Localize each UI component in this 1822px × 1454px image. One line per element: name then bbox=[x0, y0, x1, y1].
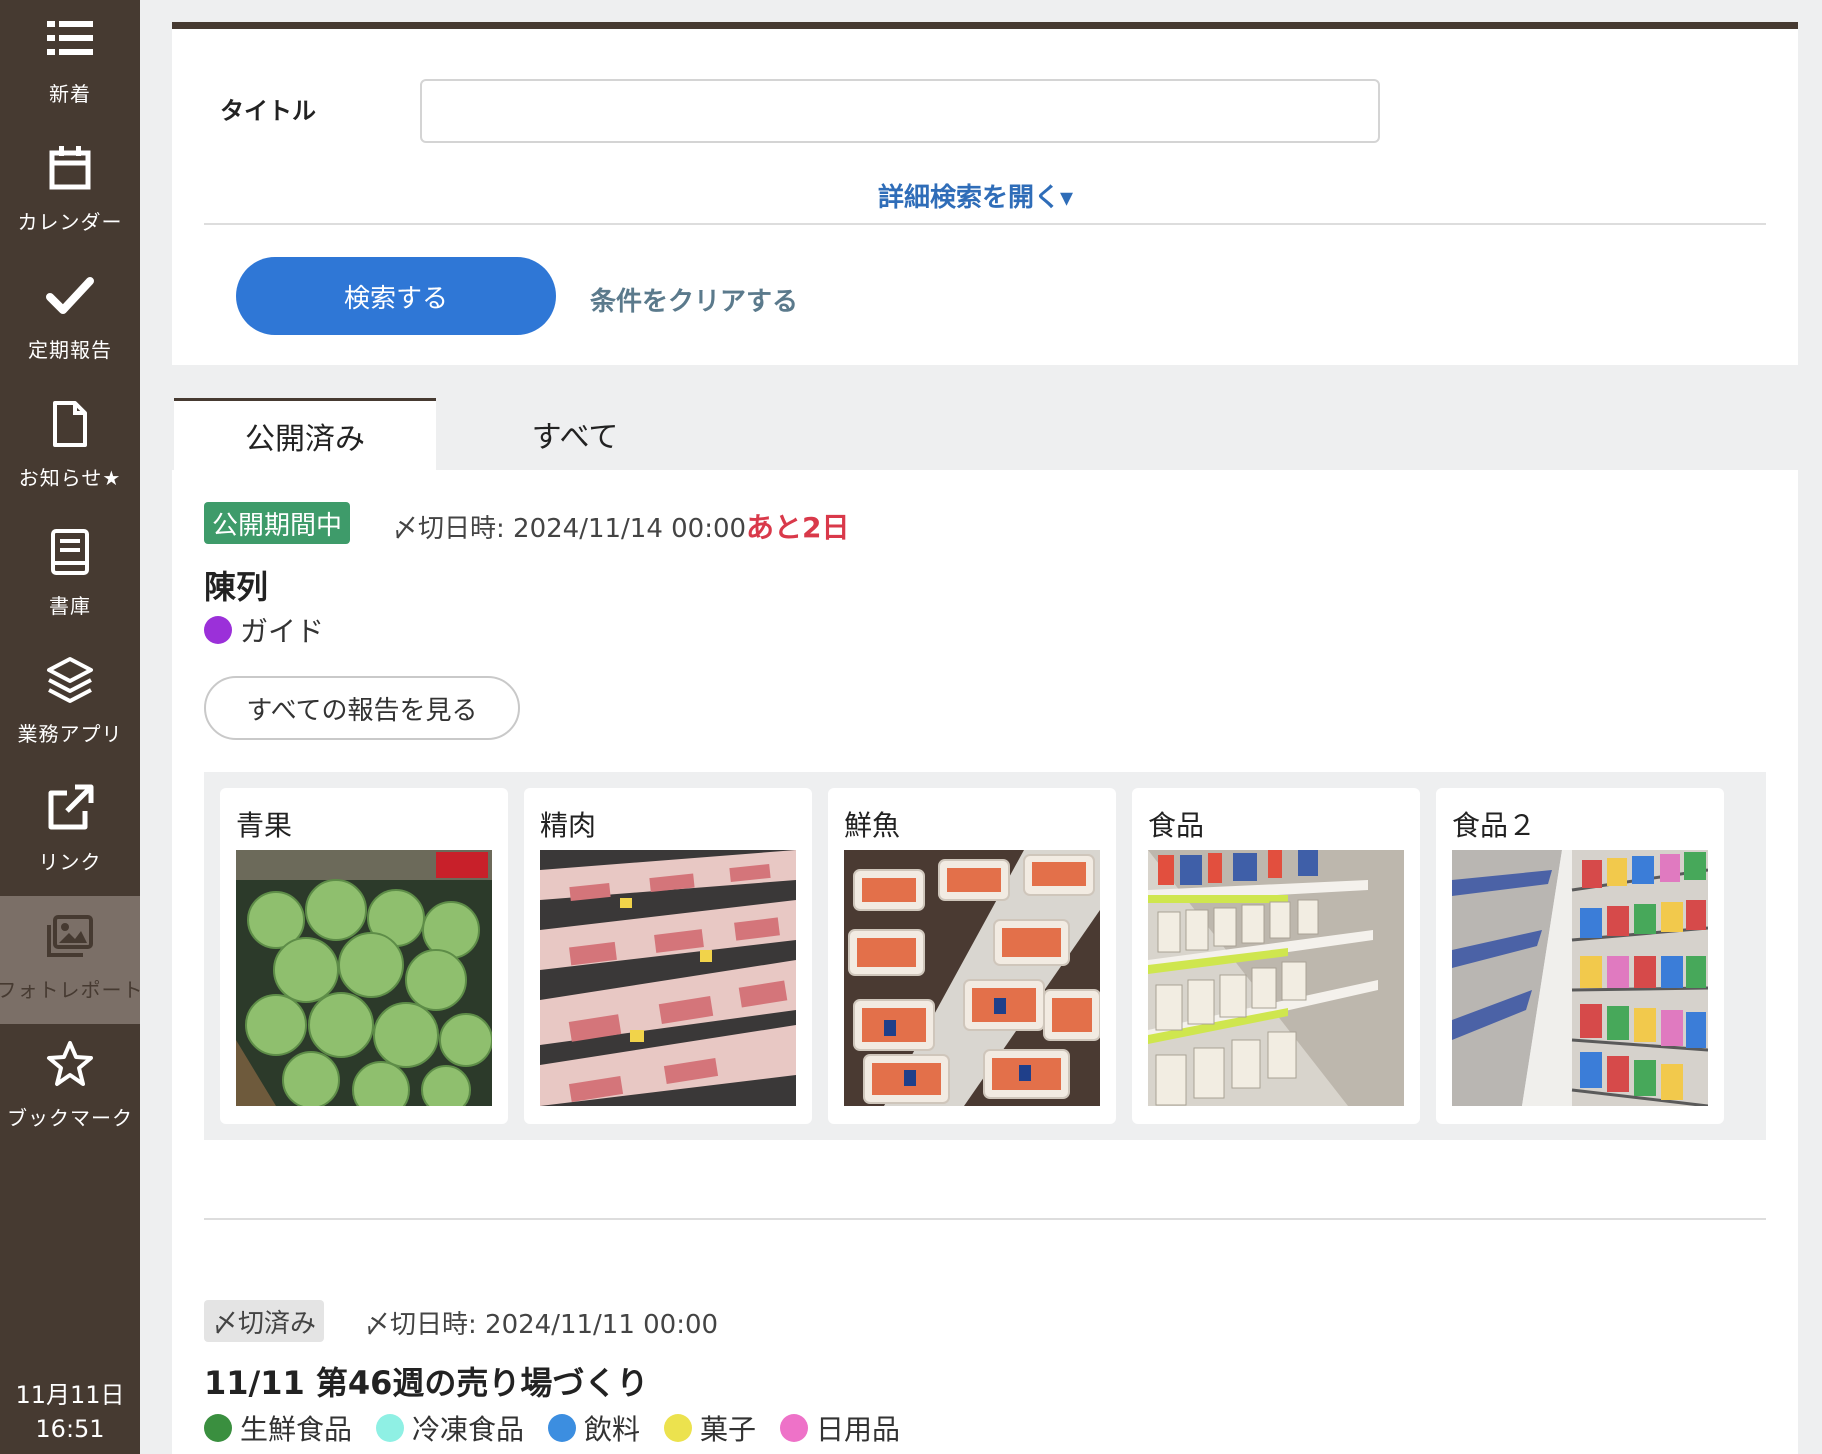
check-icon bbox=[44, 270, 96, 322]
photo-card-title: 青果 bbox=[236, 809, 293, 842]
sidebar-item-library[interactable]: 書庫 bbox=[0, 512, 140, 640]
meat-photo bbox=[540, 850, 796, 1106]
clear-conditions-link[interactable]: 条件をクリアする bbox=[590, 281, 798, 318]
divider bbox=[204, 1218, 1766, 1220]
category-tag: 飲料 bbox=[548, 1408, 640, 1448]
sidebar-item-notices[interactable]: お知らせ★ bbox=[0, 384, 140, 512]
cabbage-photo bbox=[236, 850, 492, 1106]
category-color-dot bbox=[204, 616, 232, 644]
photo-card-title: 精肉 bbox=[540, 809, 597, 842]
category-name: 菓子 bbox=[700, 1413, 757, 1446]
sidebar: 新着 カレンダー 定期報告 お知らせ★ 書庫 業務アプリ リンク フォトレポート… bbox=[0, 0, 143, 1454]
category-color-dot bbox=[664, 1414, 692, 1442]
category-tag: 日用品 bbox=[780, 1408, 900, 1448]
advanced-search-toggle[interactable]: 詳細検索を開く▾ bbox=[878, 177, 1073, 214]
sidebar-item-label: 定期報告 bbox=[28, 338, 112, 362]
external-link-icon bbox=[44, 782, 96, 834]
report-list: 公開期間中 〆切日時: 2024/11/14 00:00 あと2日 陳列 ガイド… bbox=[172, 470, 1798, 1454]
sidebar-item-bookmarks[interactable]: ブックマーク bbox=[0, 1024, 140, 1152]
photo-card[interactable]: 食品２ bbox=[1436, 788, 1724, 1124]
category-name: 生鮮食品 bbox=[240, 1413, 353, 1446]
report-title[interactable]: 11/11 第46週の売り場づくり bbox=[204, 1358, 648, 1404]
search-button[interactable]: 検索する bbox=[236, 257, 556, 335]
title-search-input[interactable] bbox=[420, 79, 1380, 143]
photo-card[interactable]: 青果 bbox=[220, 788, 508, 1124]
photo-card-title: 鮮魚 bbox=[844, 809, 901, 842]
category-color-dot bbox=[204, 1414, 232, 1442]
sidebar-item-new[interactable]: 新着 bbox=[0, 0, 140, 128]
category-tag: ガイド bbox=[204, 610, 324, 650]
photos-icon bbox=[44, 910, 96, 962]
sidebar-item-links[interactable]: リンク bbox=[0, 768, 140, 896]
photo-card-title: 食品２ bbox=[1452, 809, 1537, 842]
star-icon bbox=[44, 1038, 96, 1090]
status-badge: 〆切済み bbox=[204, 1300, 325, 1342]
sidebar-item-label: 書庫 bbox=[49, 594, 91, 618]
list-icon bbox=[44, 14, 96, 66]
document-icon bbox=[44, 398, 96, 450]
search-panel: タイトル 詳細検索を開く▾ 検索する 条件をクリアする bbox=[172, 22, 1798, 365]
sidebar-item-photo-report[interactable]: フォトレポート bbox=[0, 896, 143, 1024]
status-badge: 公開期間中 bbox=[204, 502, 351, 544]
photo-strip: 青果 精肉 鮮魚 食品 食品２ bbox=[204, 772, 1766, 1140]
sidebar-item-label: 業務アプリ bbox=[17, 722, 123, 746]
photo-card[interactable]: 鮮魚 bbox=[828, 788, 1116, 1124]
category-color-dot bbox=[376, 1414, 404, 1442]
category-tag: 冷凍食品 bbox=[376, 1408, 524, 1448]
sidebar-item-label: お知らせ★ bbox=[18, 466, 122, 490]
sidebar-item-label: リンク bbox=[38, 850, 102, 874]
sidebar-item-calendar[interactable]: カレンダー bbox=[0, 128, 140, 256]
food-shelf-photo bbox=[1148, 850, 1404, 1106]
deadline-text: 〆切日時: 2024/11/11 00:00 bbox=[364, 1310, 719, 1340]
tab-all[interactable]: すべて bbox=[460, 398, 690, 470]
sidebar-item-label: カレンダー bbox=[17, 210, 123, 234]
category-name: 飲料 bbox=[584, 1413, 641, 1446]
calendar-icon bbox=[44, 142, 96, 194]
sidebar-item-business-apps[interactable]: 業務アプリ bbox=[0, 640, 140, 768]
view-all-reports-button[interactable]: すべての報告を見る bbox=[204, 676, 520, 740]
deadline-text: 〆切日時: 2024/11/14 00:00 bbox=[392, 514, 747, 544]
category-name: ガイド bbox=[240, 615, 325, 648]
category-color-dot bbox=[548, 1414, 576, 1442]
photo-card[interactable]: 食品 bbox=[1132, 788, 1420, 1124]
book-icon bbox=[44, 526, 96, 578]
aisle-photo bbox=[1452, 850, 1708, 1106]
layers-icon bbox=[44, 654, 96, 706]
sidebar-item-label: 新着 bbox=[49, 82, 91, 106]
category-name: 日用品 bbox=[816, 1413, 901, 1446]
title-label: タイトル bbox=[220, 97, 316, 125]
report-title[interactable]: 陳列 bbox=[204, 562, 268, 608]
sidebar-item-label: フォトレポート bbox=[0, 978, 144, 1002]
category-name: 冷凍食品 bbox=[412, 1413, 525, 1446]
category-tag: 菓子 bbox=[664, 1408, 756, 1448]
tab-published[interactable]: 公開済み bbox=[174, 398, 436, 470]
fish-photo bbox=[844, 850, 1100, 1106]
divider bbox=[204, 223, 1766, 225]
sidebar-item-periodic-report[interactable]: 定期報告 bbox=[0, 256, 140, 384]
clock: 11月11日 16:51 bbox=[0, 1378, 140, 1446]
clock-date: 11月11日 bbox=[15, 1381, 125, 1409]
category-color-dot bbox=[780, 1414, 808, 1442]
category-tag: 生鮮食品 bbox=[204, 1408, 352, 1448]
photo-card[interactable]: 精肉 bbox=[524, 788, 812, 1124]
clock-time: 16:51 bbox=[35, 1415, 105, 1443]
photo-card-title: 食品 bbox=[1148, 809, 1205, 842]
remaining-days: あと2日 bbox=[746, 511, 850, 544]
sidebar-item-label: ブックマーク bbox=[7, 1106, 133, 1130]
